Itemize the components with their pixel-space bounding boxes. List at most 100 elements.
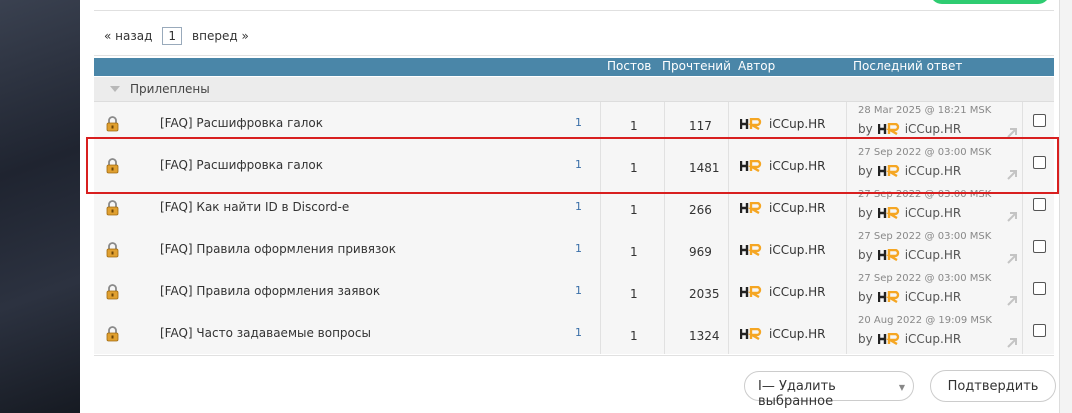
go-to-last-post-icon[interactable] [1006,253,1018,265]
cell-divider [1022,228,1023,270]
topic-select-checkbox[interactable] [1033,198,1046,211]
table-row[interactable]: [FAQ] Правила оформления заявок 1 1 2035… [94,270,1054,312]
header-posts[interactable]: Постов [607,59,651,73]
go-to-last-post-icon[interactable] [1006,295,1018,307]
hr-logo-icon [740,118,762,130]
header-author[interactable]: Автор [738,59,775,73]
last-user-name[interactable]: iCCup.HR [905,248,962,262]
cell-divider [664,312,665,354]
last-reply-user[interactable]: by iCCup.HR [858,248,961,262]
go-to-last-post-icon[interactable] [1006,211,1018,223]
views-count: 117 [689,119,712,133]
posts-count: 1 [630,119,638,133]
last-user-name[interactable]: iCCup.HR [905,122,962,136]
hr-logo-icon [877,333,899,345]
group-label: Прилеплены [130,82,210,96]
author-name[interactable]: iCCup.HR [769,243,826,257]
lock-icon [106,116,119,132]
new-topic-button[interactable] [930,0,1050,4]
author-name[interactable]: iCCup.HR [769,117,826,131]
divider [94,355,1054,356]
hr-logo-icon [740,244,762,256]
header-views[interactable]: Прочтений [662,59,731,73]
last-user-name[interactable]: iCCup.HR [905,290,962,304]
hr-logo-icon [877,123,899,135]
topic-select-checkbox[interactable] [1033,282,1046,295]
collapse-triangle-icon[interactable] [110,86,120,92]
author-name[interactable]: iCCup.HR [769,285,826,299]
posts-count: 1 [630,329,638,343]
by-label: by [858,248,873,262]
moderation-action-select[interactable]: I— Удалить выбранное ▼ [744,371,914,409]
topic-page-link[interactable]: 1 [575,200,582,213]
views-count: 969 [689,245,712,259]
last-reply-user[interactable]: by iCCup.HR [858,206,961,220]
author[interactable]: iCCup.HR [740,285,826,299]
cell-divider [1022,312,1023,354]
confirm-button[interactable]: Подтвердить [930,370,1056,402]
current-page[interactable]: 1 [162,27,183,45]
author[interactable]: iCCup.HR [740,117,826,131]
table-row[interactable]: [FAQ] Часто задаваемые вопросы 1 1 1324 … [94,312,1054,354]
by-label: by [858,206,873,220]
topic-page-link[interactable]: 1 [575,116,582,129]
topic-select-checkbox[interactable] [1033,324,1046,337]
last-user-name[interactable]: iCCup.HR [905,332,962,346]
posts-count: 1 [630,245,638,259]
by-label: by [858,332,873,346]
hr-logo-icon [877,207,899,219]
topic-select-checkbox[interactable] [1033,240,1046,253]
cell-divider [728,270,729,312]
select-value: I— Удалить выбранное [758,379,836,409]
author[interactable]: iCCup.HR [740,243,826,257]
lock-icon [106,200,119,216]
cell-divider [728,312,729,354]
last-reply-date[interactable]: 27 Sep 2022 @ 03:00 MSK [858,231,991,242]
header-last-reply[interactable]: Последний ответ [853,59,962,73]
by-label: by [858,122,873,136]
last-reply-user[interactable]: by iCCup.HR [858,332,961,346]
cell-divider [728,228,729,270]
cell-divider [600,228,601,270]
last-reply-date[interactable]: 28 Mar 2025 @ 18:21 MSK [858,105,991,116]
author-name[interactable]: iCCup.HR [769,327,826,341]
last-reply-user[interactable]: by iCCup.HR [858,290,961,304]
last-reply-date[interactable]: 27 Sep 2022 @ 03:00 MSK [858,273,991,284]
topic-select-checkbox[interactable] [1033,114,1046,127]
background-artwork [0,0,80,413]
last-reply-date[interactable]: 20 Aug 2022 @ 19:09 MSK [858,315,992,326]
hr-logo-icon [740,286,762,298]
views-count: 1324 [689,329,720,343]
topic-title-link[interactable]: [FAQ] Правила оформления привязок [160,242,396,256]
chevron-down-icon: ▼ [898,383,905,392]
posts-count: 1 [630,287,638,301]
cell-divider [600,270,601,312]
author[interactable]: iCCup.HR [740,327,826,341]
author[interactable]: iCCup.HR [740,201,826,215]
topic-title-link[interactable]: [FAQ] Часто задаваемые вопросы [160,326,371,340]
cell-divider [846,312,847,354]
topic-title-link[interactable]: [FAQ] Правила оформления заявок [160,284,380,298]
hr-logo-icon [740,202,762,214]
views-count: 2035 [689,287,720,301]
go-to-last-post-icon[interactable] [1006,337,1018,349]
lock-icon [106,284,119,300]
cell-divider [664,228,665,270]
prev-page-link[interactable]: « назад [104,29,152,43]
next-page-link[interactable]: вперед » [192,29,249,43]
author-name[interactable]: iCCup.HR [769,201,826,215]
topic-page-link[interactable]: 1 [575,284,582,297]
table-row[interactable]: [FAQ] Правила оформления привязок 1 1 96… [94,228,1054,270]
topic-page-link[interactable]: 1 [575,242,582,255]
cell-divider [600,312,601,354]
last-user-name[interactable]: iCCup.HR [905,206,962,220]
topic-title-link[interactable]: [FAQ] Расшифровка галок [160,116,323,130]
cell-divider [846,270,847,312]
topic-title-link[interactable]: [FAQ] Как найти ID в Discord-е [160,200,349,214]
last-reply-user[interactable]: by iCCup.HR [858,122,961,136]
page-scrollbar[interactable] [1059,0,1072,413]
cell-divider [846,228,847,270]
pinned-group-header[interactable]: Прилеплены [94,77,1054,102]
topic-page-link[interactable]: 1 [575,326,582,339]
hr-logo-icon [740,328,762,340]
